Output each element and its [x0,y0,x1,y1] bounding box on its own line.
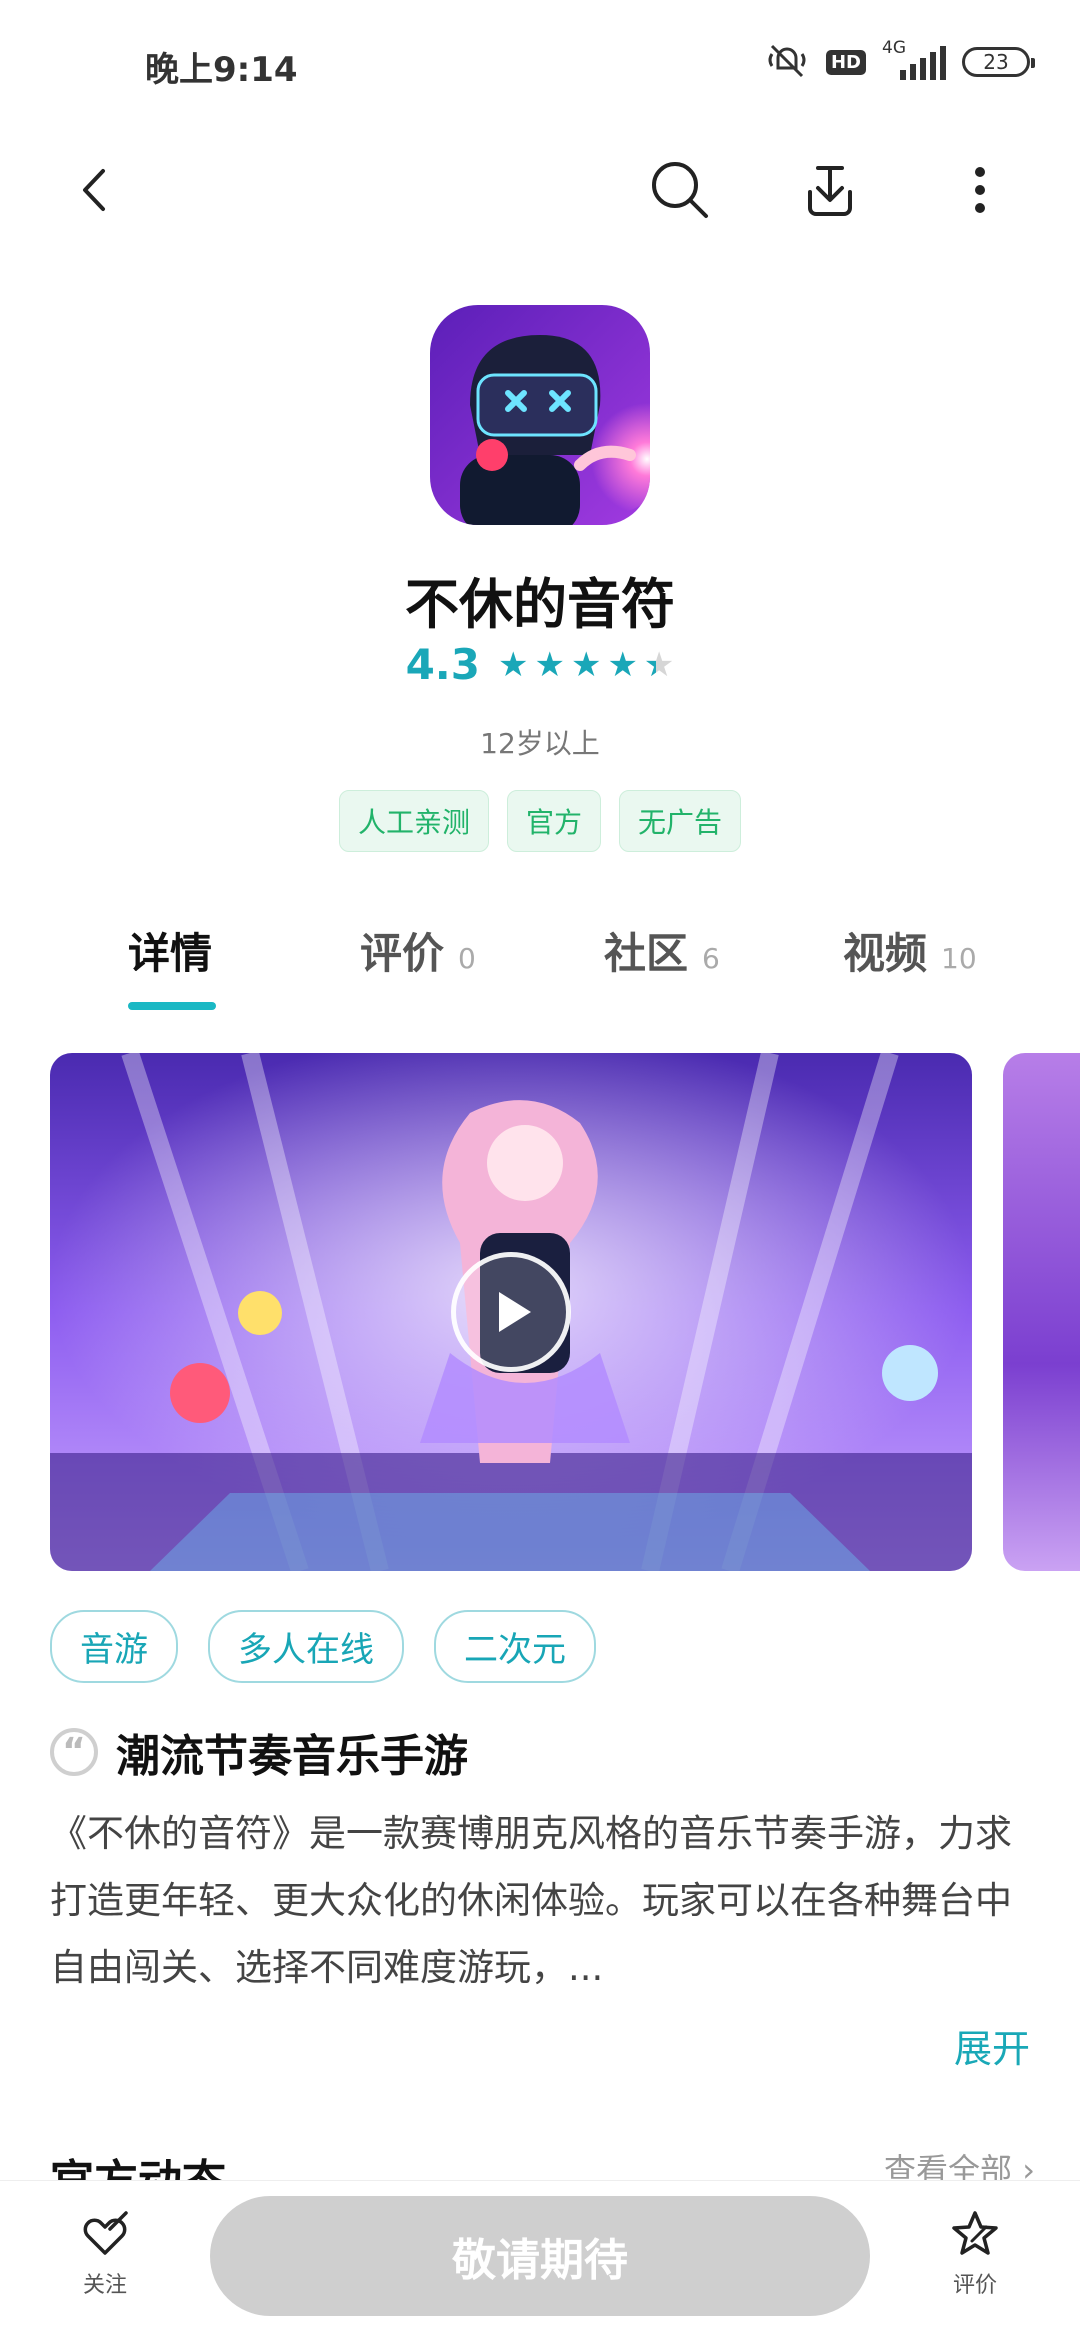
badge-list: 人工亲测 官方 无广告 [0,790,1080,852]
star-icon: ★ [534,644,565,685]
more-options-button[interactable] [940,150,1020,230]
status-time: 晚上9:14 [145,50,298,90]
badge-human-tested: 人工亲测 [338,790,489,852]
rating-score: 4.3 [405,640,480,689]
expand-link[interactable]: 展开 [954,2018,1030,2073]
star-icon: ★ [497,644,529,685]
description-text: 《不休的音符》是一款赛博朋克风格的音乐节奏手游，力求打造更年轻、更大众化的休闲体… [50,1812,1012,1989]
badge-no-ads: 无广告 [619,790,742,852]
badge-official: 官方 [506,790,601,852]
tab-community[interactable]: 社区 6 [604,920,720,981]
back-arrow-icon [83,169,105,211]
follow-button[interactable]: 关注 [45,2209,165,2299]
tab-bar: 详情 评价 0 社区 6 视频 10 [0,910,1080,1020]
play-button[interactable] [451,1252,571,1372]
tag-anime[interactable]: 二次元 [434,1610,596,1683]
play-icon [499,1292,531,1332]
description-header: “ 潮流节奏音乐手游 [50,1720,468,1784]
coming-soon-button[interactable]: 敬请期待 [210,2196,870,2316]
tab-label: 视频 [843,929,928,978]
tab-label: 详情 [128,929,213,978]
search-icon [652,162,708,218]
tab-reviews[interactable]: 评价 0 [360,920,476,981]
follow-label: 关注 [82,2273,127,2298]
rating-stars: ★ ★ ★ ★ ★★ [498,645,674,685]
tag-rhythm-game[interactable]: 音游 [50,1610,178,1683]
download-manager-button[interactable] [790,150,870,230]
toolbar [0,130,1080,250]
tab-count: 0 [458,942,476,975]
app-title: 不休的音符 [405,573,675,636]
more-vertical-icon [975,167,985,213]
battery-level: 23 [983,50,1009,74]
signal-icon: 4G [882,38,946,82]
star-icon: ★ [570,644,602,685]
heart-pin-icon [83,2211,128,2255]
battery-icon: 23 [962,47,1035,77]
age-rating: 12岁以上 [480,727,600,760]
status-bar: 晚上9:14 HD 4G 23 [0,0,1080,130]
tab-indicator [128,1002,216,1010]
mute-vibrate-icon [764,40,810,84]
partial-star-icon: ★★ [643,644,675,685]
tab-videos[interactable]: 视频 10 [843,920,977,981]
back-button[interactable] [55,150,135,230]
quote-icon: “ [50,1728,98,1776]
tab-label: 评价 [360,929,445,978]
tab-details[interactable]: 详情 [128,920,212,981]
app-icon [430,305,650,525]
star-pen-icon [952,2211,998,2255]
bottom-action-bar: 关注 敬请期待 评价 [0,2180,1080,2340]
video-preview[interactable] [50,1053,972,1571]
tag-list: 音游 多人在线 二次元 [50,1610,596,1683]
description-heading: 潮流节奏音乐手游 [116,1731,468,1782]
rating-row: 4.3 ★ ★ ★ ★ ★★ [0,640,1080,689]
tab-label: 社区 [604,929,689,978]
status-icons: HD 4G 23 [764,38,1035,84]
screenshot-thumbnail[interactable] [1003,1053,1080,1571]
search-button[interactable] [640,150,720,230]
hd-badge: HD [825,49,866,75]
download-icon [808,166,852,216]
tab-count: 10 [941,942,977,975]
review-button[interactable]: 评价 [915,2209,1035,2299]
tag-multiplayer[interactable]: 多人在线 [208,1610,404,1683]
review-label: 评价 [952,2273,997,2298]
star-icon: ★ [607,644,638,685]
tab-count: 6 [702,942,720,975]
